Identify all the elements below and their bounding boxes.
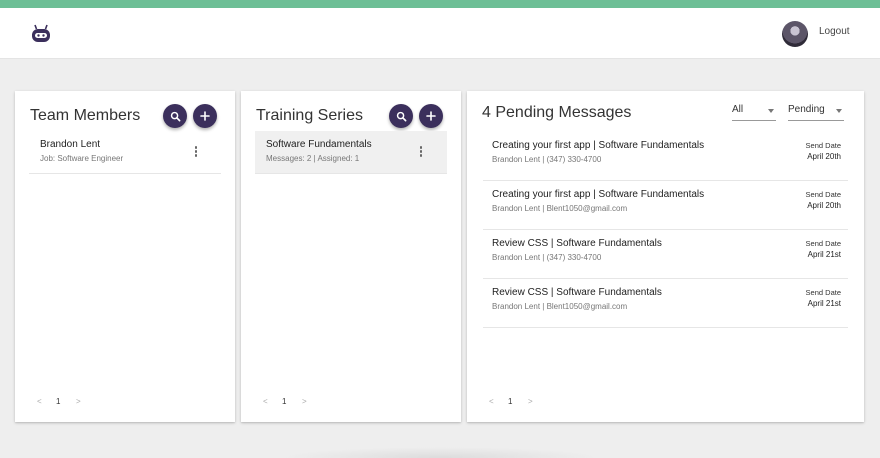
bottom-shadow <box>280 447 600 458</box>
pending-messages-title: 4 Pending Messages <box>482 104 632 121</box>
prev-page-button[interactable]: < <box>263 397 268 406</box>
series-stats: Messages: 2 | Assigned: 1 <box>266 154 360 163</box>
team-members-title: Team Members <box>30 107 141 124</box>
training-series-title: Training Series <box>256 107 364 124</box>
send-date-label: Send Date <box>805 190 841 199</box>
team-member-item[interactable]: Brandon Lent Job: Software Engineer <box>29 131 221 174</box>
send-date-label: Send Date <box>805 288 841 297</box>
app-header: Logout <box>0 8 880 59</box>
recipient-filter-select[interactable]: All <box>732 104 776 121</box>
message-row[interactable]: Review CSS | Software Fundamentals Brand… <box>483 279 848 328</box>
team-members-add-button[interactable] <box>193 104 217 128</box>
member-job: Job: Software Engineer <box>40 154 124 163</box>
message-title: Review CSS | Software Fundamentals <box>492 238 662 249</box>
training-series-search-button[interactable] <box>389 104 413 128</box>
send-date-value: April 20th <box>807 201 841 210</box>
message-recipient: Brandon Lent | (347) 330-4700 <box>492 155 602 164</box>
prev-page-button[interactable]: < <box>489 397 494 406</box>
message-recipient: Brandon Lent | (347) 330-4700 <box>492 253 602 262</box>
page-number[interactable]: 1 <box>508 397 512 406</box>
message-row[interactable]: Creating your first app | Software Funda… <box>483 181 848 230</box>
send-date-label: Send Date <box>805 239 841 248</box>
page-number[interactable]: 1 <box>56 397 60 406</box>
status-filter-select[interactable]: Pending <box>788 104 844 121</box>
training-series-add-button[interactable] <box>419 104 443 128</box>
team-members-card: Team Members Brandon Lent Job: Software … <box>15 91 235 422</box>
pending-messages-card: 4 Pending Messages All Pending Creating … <box>467 91 864 422</box>
message-title: Review CSS | Software Fundamentals <box>492 287 662 298</box>
robot-logo-icon[interactable] <box>30 24 52 44</box>
recipient-filter-value: All <box>732 104 744 115</box>
plus-icon <box>426 111 436 121</box>
logout-link[interactable]: Logout <box>819 26 850 37</box>
prev-page-button[interactable]: < <box>37 397 42 406</box>
more-vert-icon[interactable] <box>415 145 427 159</box>
send-date-value: April 20th <box>807 152 841 161</box>
send-date-value: April 21st <box>807 250 841 259</box>
user-avatar[interactable] <box>782 21 808 47</box>
next-page-button[interactable]: > <box>76 397 81 406</box>
top-accent-bar <box>0 0 880 8</box>
search-icon <box>170 111 180 121</box>
message-recipient: Brandon Lent | Blent1050@gmail.com <box>492 302 628 311</box>
team-members-search-button[interactable] <box>163 104 187 128</box>
send-date-label: Send Date <box>805 141 841 150</box>
search-icon <box>396 111 406 121</box>
chevron-down-icon <box>836 109 842 113</box>
send-date-value: April 21st <box>807 299 841 308</box>
next-page-button[interactable]: > <box>528 397 533 406</box>
message-row[interactable]: Review CSS | Software Fundamentals Brand… <box>483 230 848 279</box>
series-name: Software Fundamentals <box>266 139 372 150</box>
message-recipient: Brandon Lent | Blent1050@gmail.com <box>492 204 628 213</box>
message-title: Creating your first app | Software Funda… <box>492 140 705 151</box>
status-filter-value: Pending <box>788 104 825 115</box>
chevron-down-icon <box>768 109 774 113</box>
member-name: Brandon Lent <box>40 139 101 150</box>
message-title: Creating your first app | Software Funda… <box>492 189 705 200</box>
more-vert-icon[interactable] <box>190 145 202 159</box>
page-number[interactable]: 1 <box>282 397 286 406</box>
plus-icon <box>200 111 210 121</box>
message-row[interactable]: Creating your first app | Software Funda… <box>483 132 848 181</box>
training-series-item[interactable]: Software Fundamentals Messages: 2 | Assi… <box>255 131 447 174</box>
next-page-button[interactable]: > <box>302 397 307 406</box>
training-series-card: Training Series Software Fundamentals Me… <box>241 91 461 422</box>
